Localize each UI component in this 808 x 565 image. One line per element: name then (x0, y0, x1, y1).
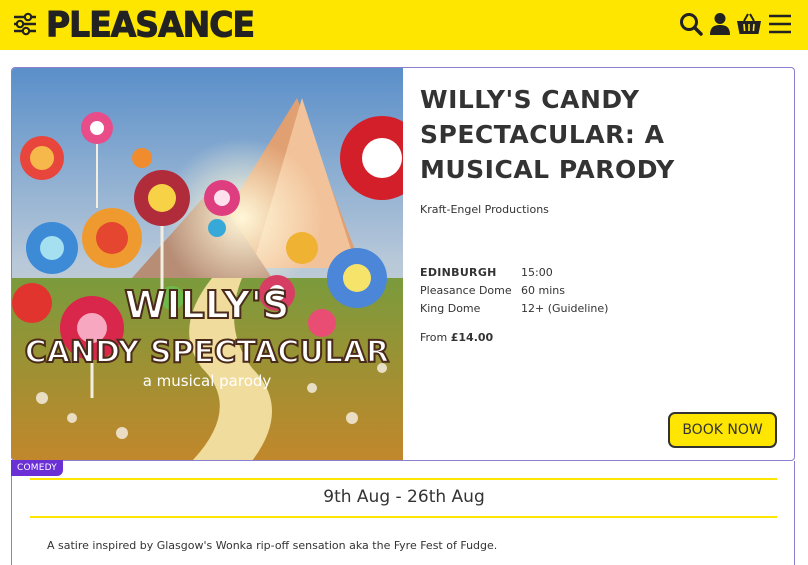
show-age-rating: 12+ (Guideline) (521, 302, 609, 315)
show-room: King Dome (420, 302, 481, 315)
show-card: WILLY'S CANDY SPECTACULAR a musical paro… (11, 67, 795, 461)
poster-title-line2: CANDY SPECTACULAR (25, 335, 390, 370)
show-info: WILLY'S CANDY SPECTACULAR: A MUSICAL PAR… (420, 82, 788, 344)
book-now-button[interactable]: BOOK NOW (668, 412, 777, 448)
poster-tagline: a musical parody (143, 372, 272, 390)
show-details: EDINBURGH 15:00 Pleasance Dome 60 mins K… (420, 266, 788, 315)
show-summary: 9th Aug - 26th Aug A satire inspired by … (11, 461, 795, 565)
divider-top (30, 478, 777, 480)
genre-badge[interactable]: COMEDY (11, 460, 63, 476)
basket-icon[interactable] (735, 10, 763, 38)
show-poster-image[interactable]: WILLY'S CANDY SPECTACULAR a musical paro… (12, 68, 403, 460)
show-price: From £14.00 (420, 331, 494, 344)
site-logo[interactable]: PLEASANCE (46, 3, 256, 45)
show-time: 15:00 (521, 266, 553, 279)
show-city: EDINBURGH (420, 266, 497, 279)
filter-icon[interactable] (12, 11, 38, 37)
site-header: PLEASANCE (0, 0, 808, 50)
search-icon[interactable] (677, 10, 705, 38)
price-value: £14.00 (450, 331, 494, 344)
show-dates: 9th Aug - 26th Aug (323, 487, 485, 507)
show-producer: Kraft-Engel Productions (420, 203, 549, 216)
divider-bottom (30, 516, 777, 518)
account-icon[interactable] (706, 10, 734, 38)
show-duration: 60 mins (521, 284, 565, 297)
poster-title-line1: WILLY'S (124, 283, 289, 327)
menu-icon[interactable] (766, 10, 794, 38)
show-description: A satire inspired by Glasgow's Wonka rip… (47, 539, 498, 552)
show-title[interactable]: WILLY'S CANDY SPECTACULAR: A MUSICAL PAR… (420, 82, 788, 187)
show-venue: Pleasance Dome (420, 284, 512, 297)
